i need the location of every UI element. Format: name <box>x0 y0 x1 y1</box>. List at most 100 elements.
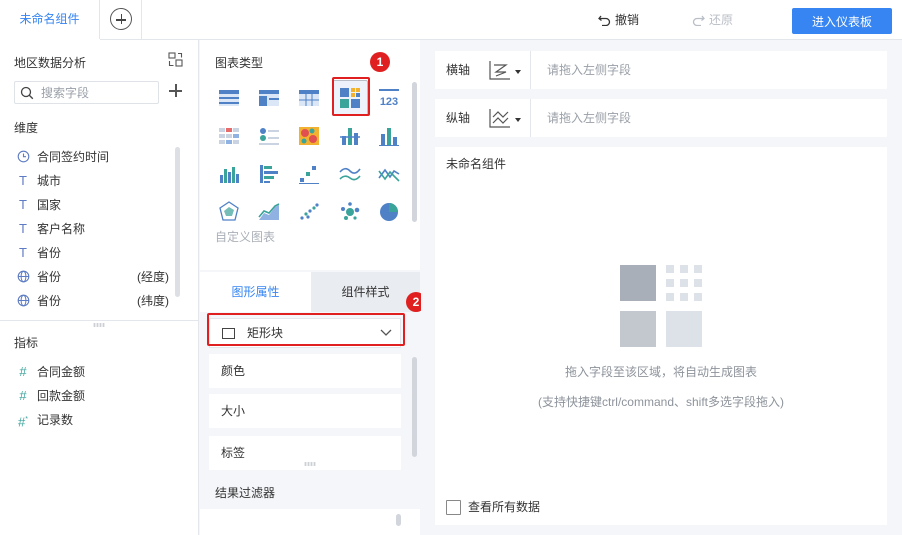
kpi-number-icon[interactable]: 123 <box>371 80 407 116</box>
chart-type-scrollbar[interactable] <box>412 82 417 222</box>
tab-component-style[interactable]: 组件样式 <box>311 272 420 312</box>
top-bar: 未命名组件 撤销 还原 进入仪表板 <box>0 0 902 41</box>
undo-button[interactable]: 撤销 <box>598 12 639 28</box>
polyline-chart-icon[interactable] <box>371 156 407 192</box>
hash-icon: # <box>19 388 27 403</box>
redo-button[interactable]: 还原 <box>692 12 733 28</box>
hash-icon: # <box>19 364 27 379</box>
field-item[interactable]: T 客户名称 <box>0 217 175 241</box>
caret-down-icon[interactable] <box>515 118 521 122</box>
field-item[interactable]: T 城市 <box>0 169 175 193</box>
globe-icon <box>14 265 32 289</box>
custom-chart-link[interactable]: 自定义图表 <box>215 228 275 245</box>
switch-dataset-icon[interactable] <box>168 52 183 67</box>
progress-table-icon[interactable] <box>251 118 287 154</box>
field-suffix: (经度) <box>137 270 169 284</box>
panel-divider <box>0 320 199 321</box>
callout-highlight-2 <box>207 313 405 346</box>
plus-circle-icon <box>110 8 132 30</box>
horizontal-bar-chart-icon[interactable] <box>251 156 287 192</box>
field-label: 省份 <box>37 294 62 308</box>
indicator-list: # 合同金额 # 回款金额 #* 记录数 <box>0 360 175 432</box>
field-item[interactable]: 省份 (纬度) <box>0 289 175 313</box>
field-item[interactable]: # 合同金额 <box>0 360 175 384</box>
prop-color[interactable]: 颜色 <box>209 354 401 388</box>
result-filter-dropzone[interactable] <box>200 509 420 535</box>
field-item[interactable]: T 国家 <box>0 193 175 217</box>
tab-unnamed-component[interactable]: 未命名组件 <box>0 0 100 41</box>
result-filter-section: 结果过滤器 <box>200 473 420 535</box>
hash-record-icon: #* <box>18 414 28 430</box>
field-item[interactable]: 合同签约时间 <box>0 145 175 169</box>
chart-type-section: 图表类型 123 自定义图表 <box>200 40 420 270</box>
axis-separator <box>530 99 531 137</box>
enter-dashboard-button[interactable]: 进入仪表板 <box>792 8 892 34</box>
radar-chart-icon[interactable] <box>211 194 247 230</box>
x-axis-label: 横轴 <box>446 63 471 77</box>
cross-table-icon[interactable] <box>251 80 287 116</box>
field-suffix: (纬度) <box>137 294 169 308</box>
x-axis-dropzone[interactable]: 请拖入左侧字段 <box>547 51 631 89</box>
field-label: 国家 <box>37 198 62 212</box>
grouped-bar-chart-icon[interactable] <box>371 118 407 154</box>
empty-hint-main: 拖入字段至该区域，将自动生成图表 <box>564 365 757 379</box>
dataset-title: 地区数据分析 <box>14 56 87 70</box>
colored-table-icon[interactable] <box>211 118 247 154</box>
text-t-icon: T <box>19 173 27 188</box>
clock-icon <box>14 145 32 169</box>
view-all-checkbox[interactable] <box>446 500 461 515</box>
properties-scrollbar[interactable] <box>412 357 417 457</box>
empty-chart-placeholder-icon <box>620 265 702 347</box>
line-chart-icon[interactable] <box>332 156 368 192</box>
add-tab-button[interactable] <box>100 0 142 40</box>
bubble-chart-icon[interactable] <box>332 194 368 230</box>
add-field-button[interactable] <box>169 84 183 98</box>
pie-chart-icon[interactable] <box>371 194 407 230</box>
search-input[interactable] <box>41 84 155 101</box>
field-item[interactable]: T 省份 <box>0 241 175 265</box>
text-t-icon: T <box>19 245 27 260</box>
chart-editor-area: 横轴 请拖入左侧字段 纵轴 请拖入左侧字段 未命名组件 拖入字段至该区域，将自动 <box>421 40 902 535</box>
dimension-section-label: 维度 <box>14 121 39 135</box>
tab-graphic-properties[interactable]: 图形属性 <box>200 272 311 312</box>
config-panel: 图表类型 123 自定义图表 图形属性 组件样式 矩形块 颜色 大小 标签 结果… <box>200 40 420 535</box>
dimension-scrollbar[interactable] <box>175 147 180 297</box>
resize-grip[interactable] <box>304 462 316 466</box>
prop-size[interactable]: 大小 <box>209 394 401 428</box>
area-chart-icon[interactable] <box>251 194 287 230</box>
detail-table-icon[interactable] <box>291 80 327 116</box>
scatter-chart-icon[interactable] <box>291 194 327 230</box>
scatter-step-chart-icon[interactable] <box>291 156 327 192</box>
chart-canvas[interactable]: 未命名组件 拖入字段至该区域，将自动生成图表 (支持快捷键ctrl/comman… <box>435 147 887 525</box>
field-item[interactable]: # 回款金额 <box>0 384 175 408</box>
y-axis-label: 纵轴 <box>446 111 471 125</box>
waterfall-chart-icon[interactable] <box>332 118 368 154</box>
table-chart-icon[interactable] <box>211 80 247 116</box>
result-filter-title: 结果过滤器 <box>215 486 276 500</box>
axis-separator <box>530 51 531 89</box>
filter-scrollbar[interactable] <box>396 514 401 526</box>
multi-bar-chart-icon[interactable] <box>211 156 247 192</box>
y-axis-type-icon[interactable] <box>489 108 511 128</box>
globe-icon <box>14 289 32 313</box>
text-t-icon: T <box>19 197 27 212</box>
undo-icon <box>598 15 611 27</box>
resize-grip[interactable] <box>93 323 105 327</box>
field-item[interactable]: 省份 (经度) <box>0 265 175 289</box>
empty-hint-sub: (支持快捷键ctrl/command、shift多选字段拖入) <box>537 395 785 409</box>
field-panel: 地区数据分析 维度 合同签约时间 T 城市 T 国家 T 客户名称 T 省份 省… <box>0 40 199 535</box>
component-title[interactable]: 未命名组件 <box>446 155 506 172</box>
field-label: 省份 <box>37 246 62 260</box>
undo-label: 撤销 <box>615 13 640 27</box>
y-axis-dropzone[interactable]: 请拖入左侧字段 <box>547 99 631 137</box>
field-item[interactable]: #* 记录数 <box>0 408 175 432</box>
redo-icon <box>692 15 705 27</box>
search-icon <box>20 86 34 100</box>
heatmap-icon[interactable] <box>291 118 327 154</box>
caret-down-icon[interactable] <box>515 70 521 74</box>
field-label: 客户名称 <box>37 222 86 236</box>
field-label: 记录数 <box>37 413 74 427</box>
x-axis-type-icon[interactable] <box>489 60 511 80</box>
x-axis-row: 横轴 请拖入左侧字段 <box>435 51 887 89</box>
dimension-list: 合同签约时间 T 城市 T 国家 T 客户名称 T 省份 省份 (经度) 省份 … <box>0 145 175 313</box>
